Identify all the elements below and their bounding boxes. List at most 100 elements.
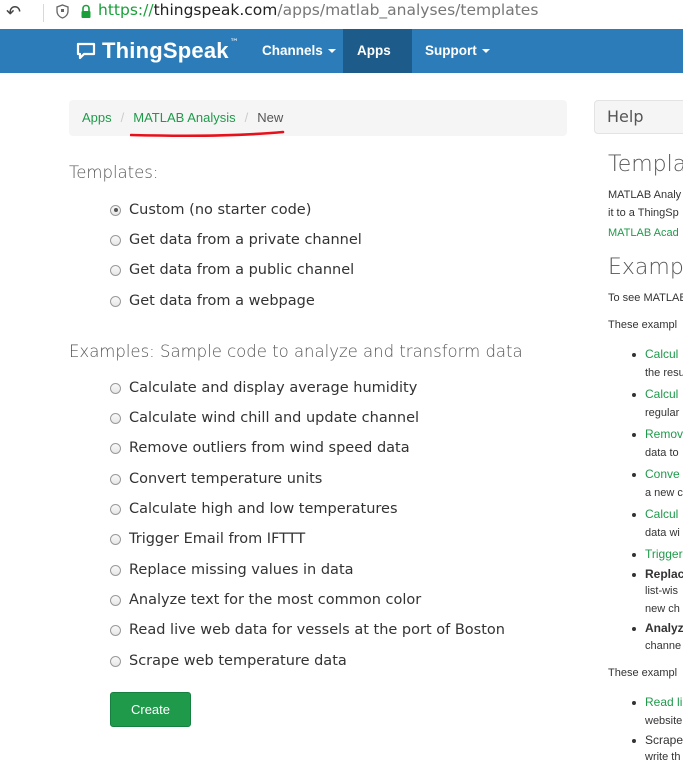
toolbar-divider xyxy=(43,4,44,22)
nav-apps[interactable]: Apps xyxy=(343,29,412,98)
list-bullet xyxy=(632,353,636,357)
help-list-text: regular xyxy=(645,407,680,419)
create-button[interactable]: Create xyxy=(110,692,191,727)
help-list-text: list-wis xyxy=(645,585,678,597)
top-navbar: ThingSpeak ™ Channels Apps Support xyxy=(0,29,683,98)
radio-button[interactable] xyxy=(110,655,121,667)
help-list-text: write th xyxy=(645,751,681,763)
help-list-text: channe xyxy=(645,640,682,652)
example-option[interactable]: Analyze text for the most common color xyxy=(110,588,421,612)
help-list-text: a new c xyxy=(645,487,683,499)
example-option[interactable]: Calculate high and low temperatures xyxy=(110,497,398,521)
breadcrumb-apps[interactable]: Apps xyxy=(82,110,112,125)
url-text[interactable]: https://thingspeak.com/apps/matlab_analy… xyxy=(98,1,538,19)
help-text: it to a ThingSp xyxy=(608,207,679,219)
radio-button[interactable] xyxy=(110,503,121,515)
example-option[interactable]: Scrape web temperature data xyxy=(110,649,347,673)
help-header: Help xyxy=(594,100,683,134)
help-list-item: Scrape xyxy=(645,733,683,747)
brand-trademark: ™ xyxy=(229,38,239,48)
nav-apps-label: Apps xyxy=(357,43,391,58)
list-bullet xyxy=(632,701,636,705)
help-list-link[interactable]: Calcul xyxy=(645,507,678,521)
red-underline-annotation xyxy=(130,130,285,138)
caret-down-icon xyxy=(481,49,490,54)
help-heading-templates: Templa xyxy=(608,152,683,177)
example-option-label: Calculate wind chill and update channel xyxy=(129,410,420,426)
radio-button[interactable] xyxy=(110,204,121,216)
help-list-link[interactable]: Calcul xyxy=(645,347,678,361)
help-heading-examples: Examp xyxy=(608,255,683,280)
help-list-link[interactable]: Trigger xyxy=(645,547,683,561)
example-option-label: Trigger Email from IFTTT xyxy=(129,531,306,547)
nav-support[interactable]: Support xyxy=(411,29,504,73)
help-list-link[interactable]: Calcul xyxy=(645,387,678,401)
help-list-text: data to xyxy=(645,447,679,459)
nav-channels-label: Channels xyxy=(262,43,323,58)
list-bullet xyxy=(632,433,636,437)
help-text: To see MATLAB xyxy=(608,292,683,304)
example-option[interactable]: Trigger Email from IFTTT xyxy=(110,527,305,551)
help-list-text: website xyxy=(645,715,683,727)
radio-button[interactable] xyxy=(110,533,121,545)
breadcrumb-divider: / xyxy=(244,110,249,125)
lock-icon[interactable] xyxy=(80,4,92,19)
example-option-label: Convert temperature units xyxy=(129,471,323,487)
example-option-label: Read live web data for vessels at the po… xyxy=(129,622,505,638)
example-option[interactable]: Calculate wind chill and update channel xyxy=(110,406,419,430)
radio-button[interactable] xyxy=(110,473,121,485)
caret-down-icon xyxy=(362,93,370,98)
radio-button[interactable] xyxy=(110,264,121,276)
nav-channels[interactable]: Channels xyxy=(248,29,350,73)
help-list-link[interactable]: Read li xyxy=(645,695,682,709)
help-list-text: the resu xyxy=(645,367,683,379)
url-scheme: https:// xyxy=(98,1,154,19)
url-path: /apps/matlab_analyses/templates xyxy=(277,1,539,19)
template-option[interactable]: Get data from a webpage xyxy=(110,289,315,313)
example-option[interactable]: Replace missing values in data xyxy=(110,558,354,582)
example-option[interactable]: Calculate and display average humidity xyxy=(110,376,417,400)
list-bullet xyxy=(632,627,636,631)
list-bullet xyxy=(632,553,636,557)
help-list-text: new ch xyxy=(645,603,680,615)
help-link-matlab-academy[interactable]: MATLAB Acad xyxy=(608,227,679,239)
list-bullet xyxy=(632,393,636,397)
example-option-label: Calculate and display average humidity xyxy=(129,380,418,396)
help-list-link[interactable]: Conve xyxy=(645,467,680,481)
breadcrumb-divider: / xyxy=(120,110,125,125)
help-list-link[interactable]: Remov xyxy=(645,427,683,441)
template-option[interactable]: Get data from a public channel xyxy=(110,258,354,282)
template-option-label: Get data from a public channel xyxy=(129,262,355,278)
radio-button[interactable] xyxy=(110,442,121,454)
template-option-label: Custom (no starter code) xyxy=(129,202,312,218)
example-option[interactable]: Convert temperature units xyxy=(110,467,322,491)
caret-down-icon xyxy=(327,49,336,54)
radio-button[interactable] xyxy=(110,594,121,606)
breadcrumb-matlab-analysis[interactable]: MATLAB Analysis xyxy=(133,110,235,125)
radio-button[interactable] xyxy=(110,624,121,636)
help-list-item: Analyze xyxy=(645,621,683,635)
example-option[interactable]: Remove outliers from wind speed data xyxy=(110,436,410,460)
help-list-item: Replace xyxy=(645,567,683,581)
radio-button[interactable] xyxy=(110,564,121,576)
brand-logo[interactable]: ThingSpeak ™ xyxy=(76,37,239,65)
radio-button[interactable] xyxy=(110,234,121,246)
radio-button[interactable] xyxy=(110,295,121,307)
radio-button[interactable] xyxy=(110,412,121,424)
example-option[interactable]: Read live web data for vessels at the po… xyxy=(110,618,505,642)
help-text: These exampl xyxy=(608,667,678,679)
template-option[interactable]: Get data from a private channel xyxy=(110,228,362,252)
radio-button[interactable] xyxy=(110,382,121,394)
help-text: These exampl xyxy=(608,319,678,331)
list-bullet xyxy=(632,739,636,743)
breadcrumb-current: New xyxy=(257,110,284,125)
example-option-label: Calculate high and low temperatures xyxy=(129,501,398,517)
speech-bubble-icon xyxy=(76,42,96,60)
example-option-label: Replace missing values in data xyxy=(129,562,354,578)
nav-support-label: Support xyxy=(425,43,477,58)
back-arrow-icon[interactable]: ↶ xyxy=(6,2,21,23)
template-option[interactable]: Custom (no starter code) xyxy=(110,198,311,222)
template-option-label: Get data from a private channel xyxy=(129,232,362,248)
shield-icon[interactable] xyxy=(56,4,69,19)
template-option-label: Get data from a webpage xyxy=(129,293,315,309)
